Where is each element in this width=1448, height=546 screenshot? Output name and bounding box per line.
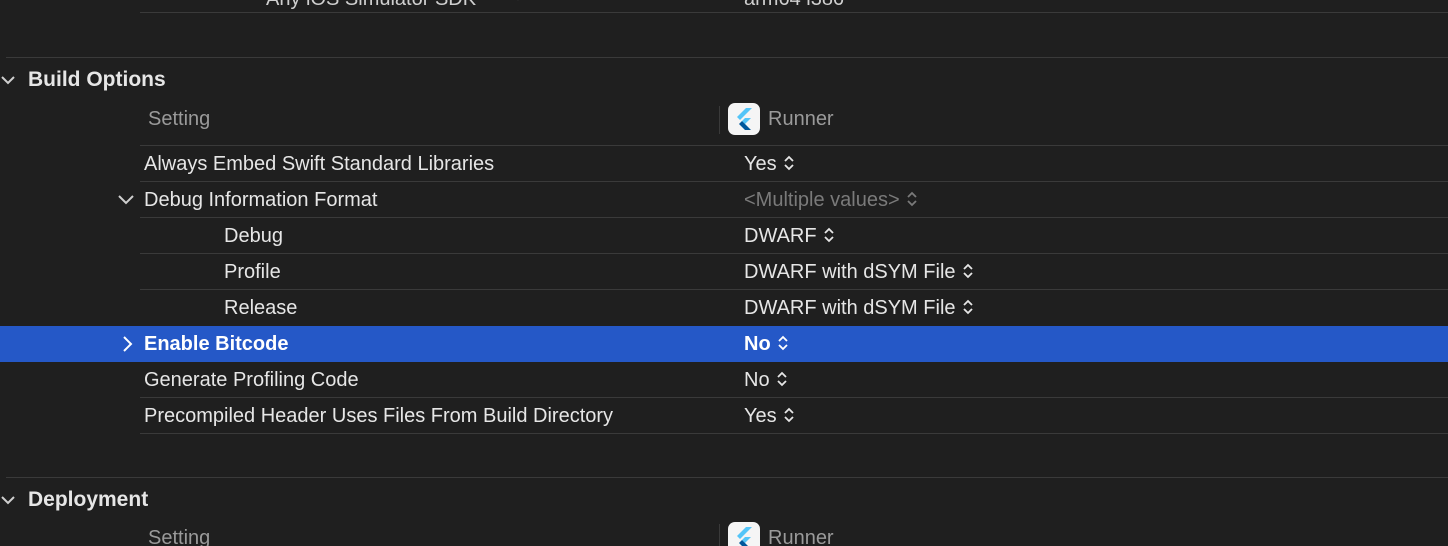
divider <box>140 433 1448 434</box>
up-down-stepper-icon[interactable] <box>823 225 835 245</box>
chevron-right-icon[interactable] <box>118 326 138 362</box>
setting-label: Always Embed Swift Standard Libraries <box>144 153 495 175</box>
build-settings-editor: Any iOS Simulator SDK arm64 i386 Build O… <box>0 0 1448 546</box>
section-title-build-options[interactable]: Build Options <box>28 68 166 92</box>
chevron-down-icon[interactable] <box>0 492 16 508</box>
setting-value: DWARF <box>744 225 817 247</box>
setting-value-selector[interactable]: DWARF with dSYM File <box>744 254 974 290</box>
setting-value: No <box>744 333 771 355</box>
chevron-down-icon <box>517 0 519 1</box>
chevron-down-icon[interactable] <box>116 182 136 218</box>
setting-value: No <box>744 369 770 391</box>
up-down-stepper-icon[interactable] <box>962 261 974 281</box>
setting-value-selector[interactable]: No <box>744 326 789 362</box>
column-header-target: Runner <box>768 527 834 546</box>
setting-row-generate-profiling-code[interactable]: Generate Profiling Code No <box>0 362 1448 398</box>
setting-value: Yes <box>744 405 777 427</box>
column-separator[interactable] <box>719 106 720 134</box>
setting-value: DWARF with dSYM File <box>744 261 956 283</box>
setting-value-selector[interactable]: Yes <box>744 146 795 182</box>
section-divider <box>6 477 1448 478</box>
setting-row-precompiled-header[interactable]: Precompiled Header Uses Files From Build… <box>0 398 1448 434</box>
setting-label: Precompiled Header Uses Files From Build… <box>144 405 614 427</box>
up-down-stepper-icon[interactable] <box>777 333 789 353</box>
flutter-app-icon <box>728 522 760 546</box>
section-divider <box>6 57 1448 58</box>
setting-label: Debug <box>224 225 283 247</box>
column-header-target: Runner <box>768 108 834 130</box>
setting-label: Profile <box>224 261 281 283</box>
column-header-setting: Setting <box>148 527 211 546</box>
divider <box>140 12 1448 13</box>
up-down-stepper-icon[interactable] <box>962 297 974 317</box>
setting-row-release[interactable]: Release DWARF with dSYM File <box>0 290 1448 326</box>
setting-value: DWARF with dSYM File <box>744 297 956 319</box>
setting-row-enable-bitcode[interactable]: Enable Bitcode No <box>0 326 1448 362</box>
setting-value-selector[interactable]: No <box>744 362 788 398</box>
column-separator[interactable] <box>719 524 720 546</box>
up-down-stepper-icon[interactable] <box>783 405 795 425</box>
flutter-app-icon <box>728 103 760 135</box>
setting-value-selector[interactable]: DWARF with dSYM File <box>744 290 974 326</box>
up-down-stepper-icon[interactable] <box>776 369 788 389</box>
setting-label: Enable Bitcode <box>144 333 289 355</box>
setting-row-always-embed-swift[interactable]: Always Embed Swift Standard Libraries Ye… <box>0 146 1448 182</box>
top-partial-value: arm64 i386 <box>744 0 844 11</box>
setting-label: Generate Profiling Code <box>144 369 359 391</box>
setting-row-profile[interactable]: Profile DWARF with dSYM File <box>0 254 1448 290</box>
up-down-stepper-icon[interactable] <box>783 153 795 173</box>
setting-row-debug-information-format[interactable]: Debug Information Format <Multiple value… <box>0 182 1448 218</box>
setting-value-selector[interactable]: <Multiple values> <box>744 182 918 218</box>
setting-value-selector[interactable]: Yes <box>744 398 795 434</box>
up-down-stepper-icon[interactable] <box>906 189 918 209</box>
setting-label: Debug Information Format <box>144 189 378 211</box>
setting-value: <Multiple values> <box>744 189 900 211</box>
setting-value-selector[interactable]: DWARF <box>744 218 835 254</box>
top-partial-setting: Any iOS Simulator SDK <box>266 0 476 11</box>
setting-value: Yes <box>744 153 777 175</box>
column-header-setting: Setting <box>148 108 211 130</box>
chevron-down-icon[interactable] <box>0 72 16 88</box>
section-title-deployment[interactable]: Deployment <box>28 488 148 512</box>
setting-label: Release <box>224 297 298 319</box>
setting-row-debug[interactable]: Debug DWARF <box>0 218 1448 254</box>
